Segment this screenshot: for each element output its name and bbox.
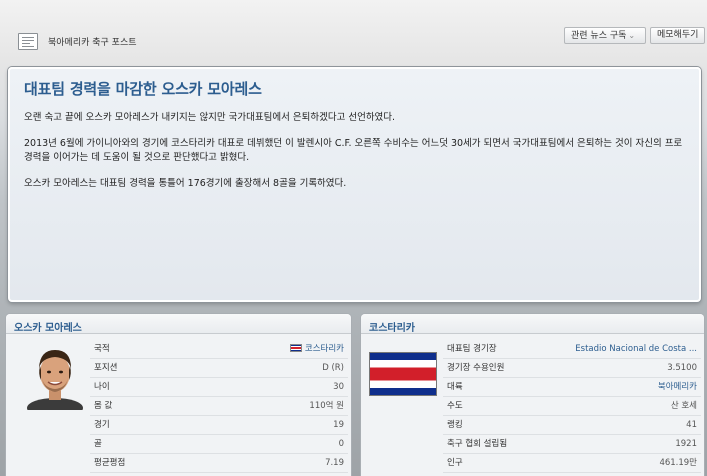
article-paragraph: 오랜 숙고 끝에 오스카 모아레스가 내키지는 않지만 국가대표팀에서 은퇴하겠…: [24, 112, 396, 123]
player-row-goals: 골 0: [90, 435, 348, 454]
related-news-subscribe-button[interactable]: 관련 뉴스 구독 ⌄: [564, 27, 646, 44]
newspaper-icon: [18, 33, 38, 50]
row-value: 코스타리카: [304, 344, 344, 354]
costa-rica-flag-icon: [289, 344, 302, 352]
article-headline: 대표팀 경력을 마감한 오스카 모아레스: [24, 80, 262, 98]
chevron-down-icon: ⌄: [628, 31, 636, 40]
player-row-position: 포지션 D (R): [90, 359, 348, 378]
row-label: 수도: [447, 401, 463, 411]
row-label: 골: [94, 439, 102, 449]
row-value: 7.19: [325, 458, 344, 468]
row-value: 산 호세: [670, 401, 697, 411]
row-label: 포지션: [94, 363, 118, 373]
row-value: 30: [333, 382, 344, 392]
row-label: 대표팀 경기장: [447, 344, 497, 354]
row-label: 축구 협회 설립됨: [447, 439, 508, 449]
player-row-value: 몸 값 110억 원: [90, 397, 348, 416]
nation-row-ranking: 랭킹 41: [443, 416, 701, 435]
nation-row-continent: 대륙 북아메리카: [443, 378, 701, 397]
row-value: D (R): [322, 363, 344, 373]
row-label: 국적: [94, 344, 110, 354]
row-value: 110억 원: [309, 401, 344, 411]
player-row-nationality: 국적 코스타리카: [90, 340, 348, 359]
player-row-avg-rating: 평균평점 7.19: [90, 454, 348, 473]
row-value: 1921: [675, 439, 697, 449]
nationality-link[interactable]: 코스타리카: [289, 340, 344, 358]
player-name-link[interactable]: 오스카 모아레스: [6, 314, 351, 334]
nation-row-capital: 수도 산 호세: [443, 397, 701, 416]
row-label: 나이: [94, 382, 110, 392]
related-news-label: 관련 뉴스 구독: [571, 31, 627, 41]
player-row-age: 나이 30: [90, 378, 348, 397]
row-label: 대륙: [447, 382, 463, 392]
row-value: 3.5100: [667, 363, 697, 373]
memo-button[interactable]: 메모해두기: [650, 27, 705, 44]
nation-row-population: 인구 461.19만: [443, 454, 701, 473]
row-value: 41: [686, 420, 697, 430]
article-paragraph: 2013년 6월에 가이니아와의 경기에 코스타리카 대표로 데뷔했던 이 발렌…: [24, 138, 683, 163]
news-article: 대표팀 경력을 마감한 오스카 모아레스 오랜 숙고 끝에 오스카 모아레스가 …: [8, 67, 701, 302]
nation-name-link[interactable]: 코스타리카: [361, 314, 704, 334]
row-label: 경기장 수용인원: [447, 363, 505, 373]
news-source-title: 북아메리카 축구 포스트: [48, 38, 137, 48]
player-row-matches: 경기 19: [90, 416, 348, 435]
row-value: 0: [338, 439, 344, 449]
nation-row-capacity: 경기장 수용인원 3.5100: [443, 359, 701, 378]
row-label: 몸 값: [94, 401, 113, 411]
top-bar: 북아메리카 축구 포스트 관련 뉴스 구독 ⌄ 메모해두기: [0, 0, 707, 62]
nation-row-stadium: 대표팀 경기장 Estadio Nacional de Costa ...: [443, 340, 701, 359]
row-value: 461.19만: [659, 458, 697, 468]
player-avatar[interactable]: [24, 344, 86, 410]
row-value: 19: [333, 420, 344, 430]
article-paragraph: 오스카 모아레스는 대표팀 경력을 통틀어 176경기에 출장해서 8골을 기록…: [24, 178, 347, 189]
nation-row-fa-founded: 축구 협회 설립됨 1921: [443, 435, 701, 454]
costa-rica-flag-icon: [369, 352, 437, 396]
nation-panel: 코스타리카 대표팀 경기장 Estadio Nacional de Costa …: [361, 314, 704, 476]
player-panel: 오스카 모아레스 국적 코스타리카 포지션 D (R) 나이 30 몸 값 11…: [6, 314, 351, 476]
row-label: 인구: [447, 458, 463, 468]
continent-link[interactable]: 북아메리카: [658, 378, 697, 396]
stadium-link[interactable]: Estadio Nacional de Costa ...: [575, 340, 697, 358]
row-label: 경기: [94, 420, 110, 430]
row-label: 랭킹: [447, 420, 463, 430]
row-label: 평균평점: [94, 458, 126, 468]
